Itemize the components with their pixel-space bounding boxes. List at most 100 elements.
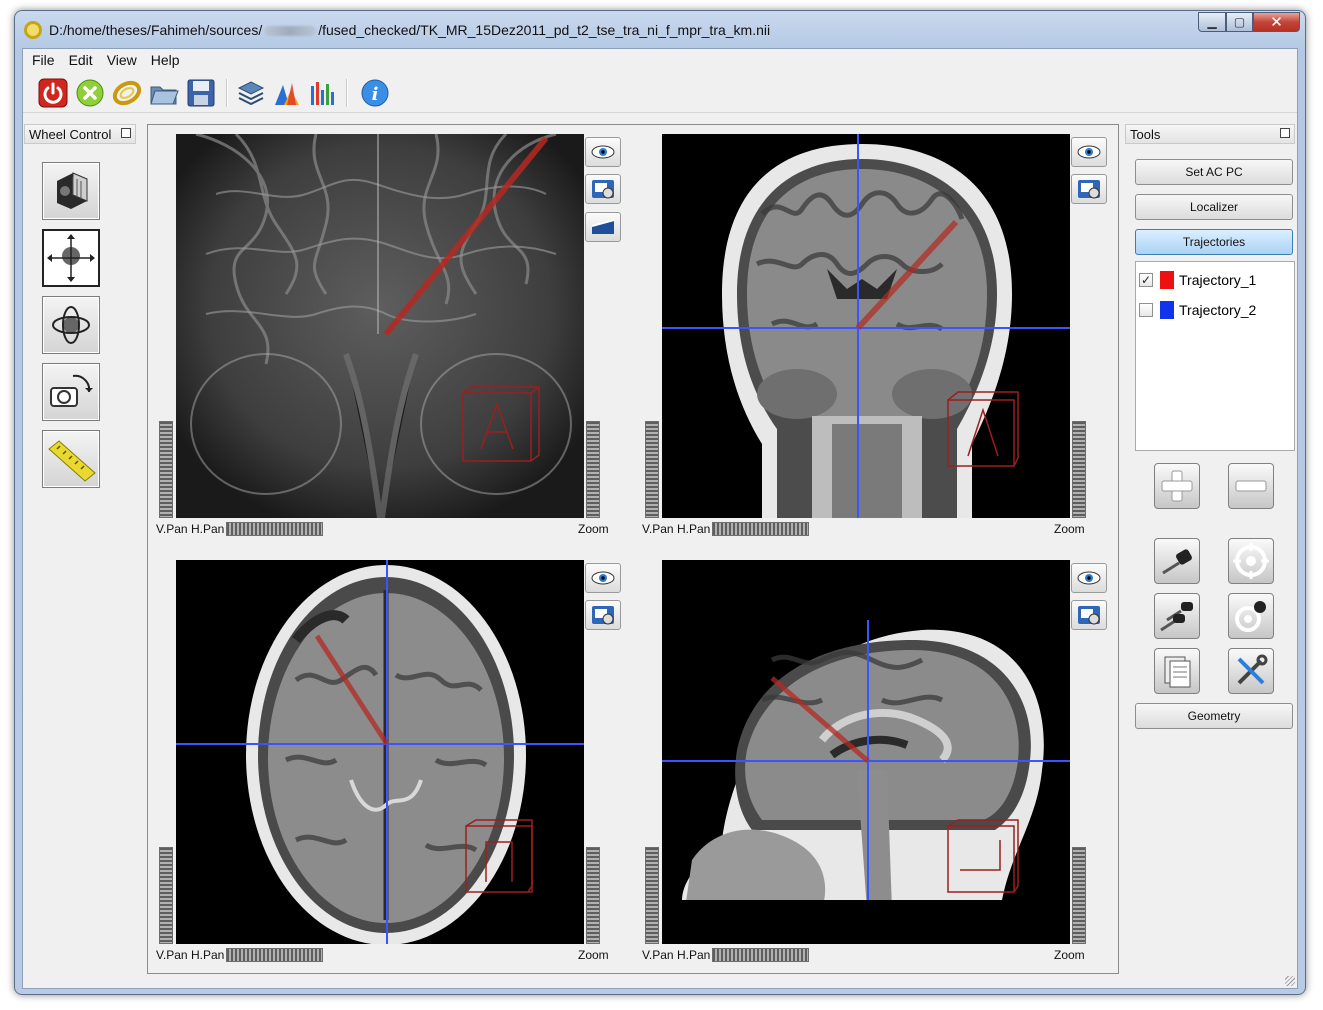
documents-icon [1164, 656, 1191, 688]
electrode-button[interactable] [1154, 538, 1200, 584]
add-trajectory-button[interactable] [1154, 463, 1200, 509]
render-3d[interactable] [176, 134, 584, 518]
view-sagittal[interactable]: V.Pan H.Pan Zoom [634, 551, 1120, 977]
save-icon[interactable] [185, 77, 217, 109]
app-icon [24, 21, 42, 39]
zoom-label: Zoom [1054, 948, 1085, 962]
multi-target-button[interactable] [1228, 593, 1274, 639]
info-icon[interactable]: i [359, 77, 391, 109]
vpan-label: V.Pan [642, 522, 674, 536]
minus-icon [1235, 480, 1267, 492]
menu-file[interactable]: File [25, 52, 62, 68]
settings-tools-button[interactable] [1228, 648, 1274, 694]
vpan-wheel[interactable] [159, 847, 173, 944]
float-icon[interactable] [121, 128, 131, 138]
rotate-icon [52, 306, 90, 344]
eye-icon[interactable] [585, 563, 621, 593]
hpan-label: H.Pan [191, 522, 225, 536]
zoom-label: Zoom [1054, 522, 1085, 536]
hpan-wheel[interactable] [712, 948, 809, 962]
view-axial[interactable]: V.Pan H.Pan Zoom [148, 551, 634, 977]
zoom-wheel[interactable] [586, 847, 600, 944]
window-title: D:/home/theses/Fahimeh/sources//fused_ch… [49, 22, 771, 38]
volume-tool-button[interactable] [42, 162, 100, 220]
vpan-wheel[interactable] [159, 421, 173, 518]
eye-icon[interactable] [1071, 563, 1107, 593]
histogram-icon[interactable] [307, 77, 339, 109]
multi-target-icon [1235, 601, 1266, 632]
view-3d[interactable]: V.Pan H.Pan Zoom [148, 125, 634, 551]
trajectory-checkbox[interactable] [1139, 303, 1153, 317]
cube-icon [57, 172, 88, 209]
electrode-icon [1162, 549, 1192, 575]
trajectories-button[interactable]: Trajectories [1135, 229, 1293, 255]
viewer-area: V.Pan H.Pan Zoom V.Pan H.Pan Zoom V.Pan … [147, 124, 1119, 974]
view-coronal[interactable]: V.Pan H.Pan Zoom [634, 125, 1120, 551]
menu-view[interactable]: View [100, 52, 144, 68]
minimize-button[interactable]: ▁ [1198, 12, 1226, 32]
dock-title-bar[interactable]: Wheel Control [24, 124, 136, 144]
snapshot-icon[interactable] [1071, 600, 1107, 630]
maximize-button[interactable]: ▢ [1226, 12, 1253, 32]
hpan-wheel[interactable] [226, 948, 323, 962]
plus-icon [1161, 470, 1193, 502]
localizer-button[interactable]: Localizer [1135, 194, 1293, 220]
float-icon[interactable] [1280, 128, 1290, 138]
camera-icon [50, 374, 93, 407]
geometry-button[interactable]: Geometry [1135, 703, 1293, 729]
pan-tool-button[interactable] [42, 229, 100, 287]
hpan-wheel[interactable] [226, 522, 323, 536]
documents-button[interactable] [1154, 648, 1200, 694]
volume-icon[interactable] [271, 77, 303, 109]
menu-bar: File Edit View Help [23, 49, 1297, 71]
hpan-wheel[interactable] [712, 522, 809, 536]
hpan-label: H.Pan [677, 522, 711, 536]
trajectory-item[interactable]: Trajectory_2 [1139, 298, 1256, 322]
slice-sagittal[interactable] [662, 560, 1070, 944]
camera-rotate-tool-button[interactable] [42, 363, 100, 421]
snapshot-icon[interactable] [585, 600, 621, 630]
title-bar[interactable]: D:/home/theses/Fahimeh/sources//fused_ch… [15, 11, 1305, 49]
eye-icon[interactable] [1071, 137, 1107, 167]
slice-axial[interactable] [176, 560, 584, 944]
rotate-tool-button[interactable] [42, 296, 100, 354]
resize-grip[interactable] [1285, 976, 1295, 986]
trajectory-checkbox[interactable]: ✓ [1139, 273, 1153, 287]
trajectory-label: Trajectory_1 [1179, 272, 1257, 288]
power-icon[interactable] [37, 77, 69, 109]
cancel-icon[interactable] [74, 77, 106, 109]
eye-icon[interactable] [585, 137, 621, 167]
zoom-wheel[interactable] [1072, 847, 1086, 944]
zoom-label: Zoom [578, 948, 609, 962]
zoom-wheel[interactable] [1072, 421, 1086, 518]
slice-coronal[interactable] [662, 134, 1070, 518]
wheel-control-dock: Wheel Control [23, 118, 149, 988]
menu-edit[interactable]: Edit [62, 52, 100, 68]
ruler-tool-button[interactable] [42, 430, 100, 488]
menu-help[interactable]: Help [144, 52, 187, 68]
vpan-wheel[interactable] [645, 421, 659, 518]
vpan-label: V.Pan [156, 522, 188, 536]
vpan-wheel[interactable] [645, 847, 659, 944]
remove-trajectory-button[interactable] [1228, 463, 1274, 509]
client-area: File Edit View Help i Wheel Control V.Pa… [22, 48, 1298, 989]
trajectory-item[interactable]: ✓ Trajectory_1 [1139, 268, 1256, 292]
tools-dock: Tools Set AC PC Localizer Trajectories ✓… [1125, 118, 1297, 988]
open-folder-icon[interactable] [148, 77, 180, 109]
toolbar-separator [346, 79, 348, 107]
hpan-label: H.Pan [191, 948, 225, 962]
svg-text:i: i [372, 84, 379, 105]
multi-electrode-button[interactable] [1154, 593, 1200, 639]
set-ac-pc-button[interactable]: Set AC PC [1135, 159, 1293, 185]
trajectory-list: ✓ Trajectory_1 Trajectory_2 [1135, 261, 1295, 451]
clip-plane-icon[interactable] [585, 212, 621, 242]
target-button[interactable] [1228, 538, 1274, 584]
link-icon[interactable] [111, 77, 143, 109]
snapshot-icon[interactable] [1071, 174, 1107, 204]
zoom-wheel[interactable] [586, 421, 600, 518]
close-button[interactable]: ✕ [1253, 12, 1300, 32]
layers-icon[interactable] [235, 77, 267, 109]
snapshot-icon[interactable] [585, 174, 621, 204]
trajectory-color-swatch [1160, 271, 1174, 289]
dock-title-bar[interactable]: Tools [1125, 124, 1295, 144]
